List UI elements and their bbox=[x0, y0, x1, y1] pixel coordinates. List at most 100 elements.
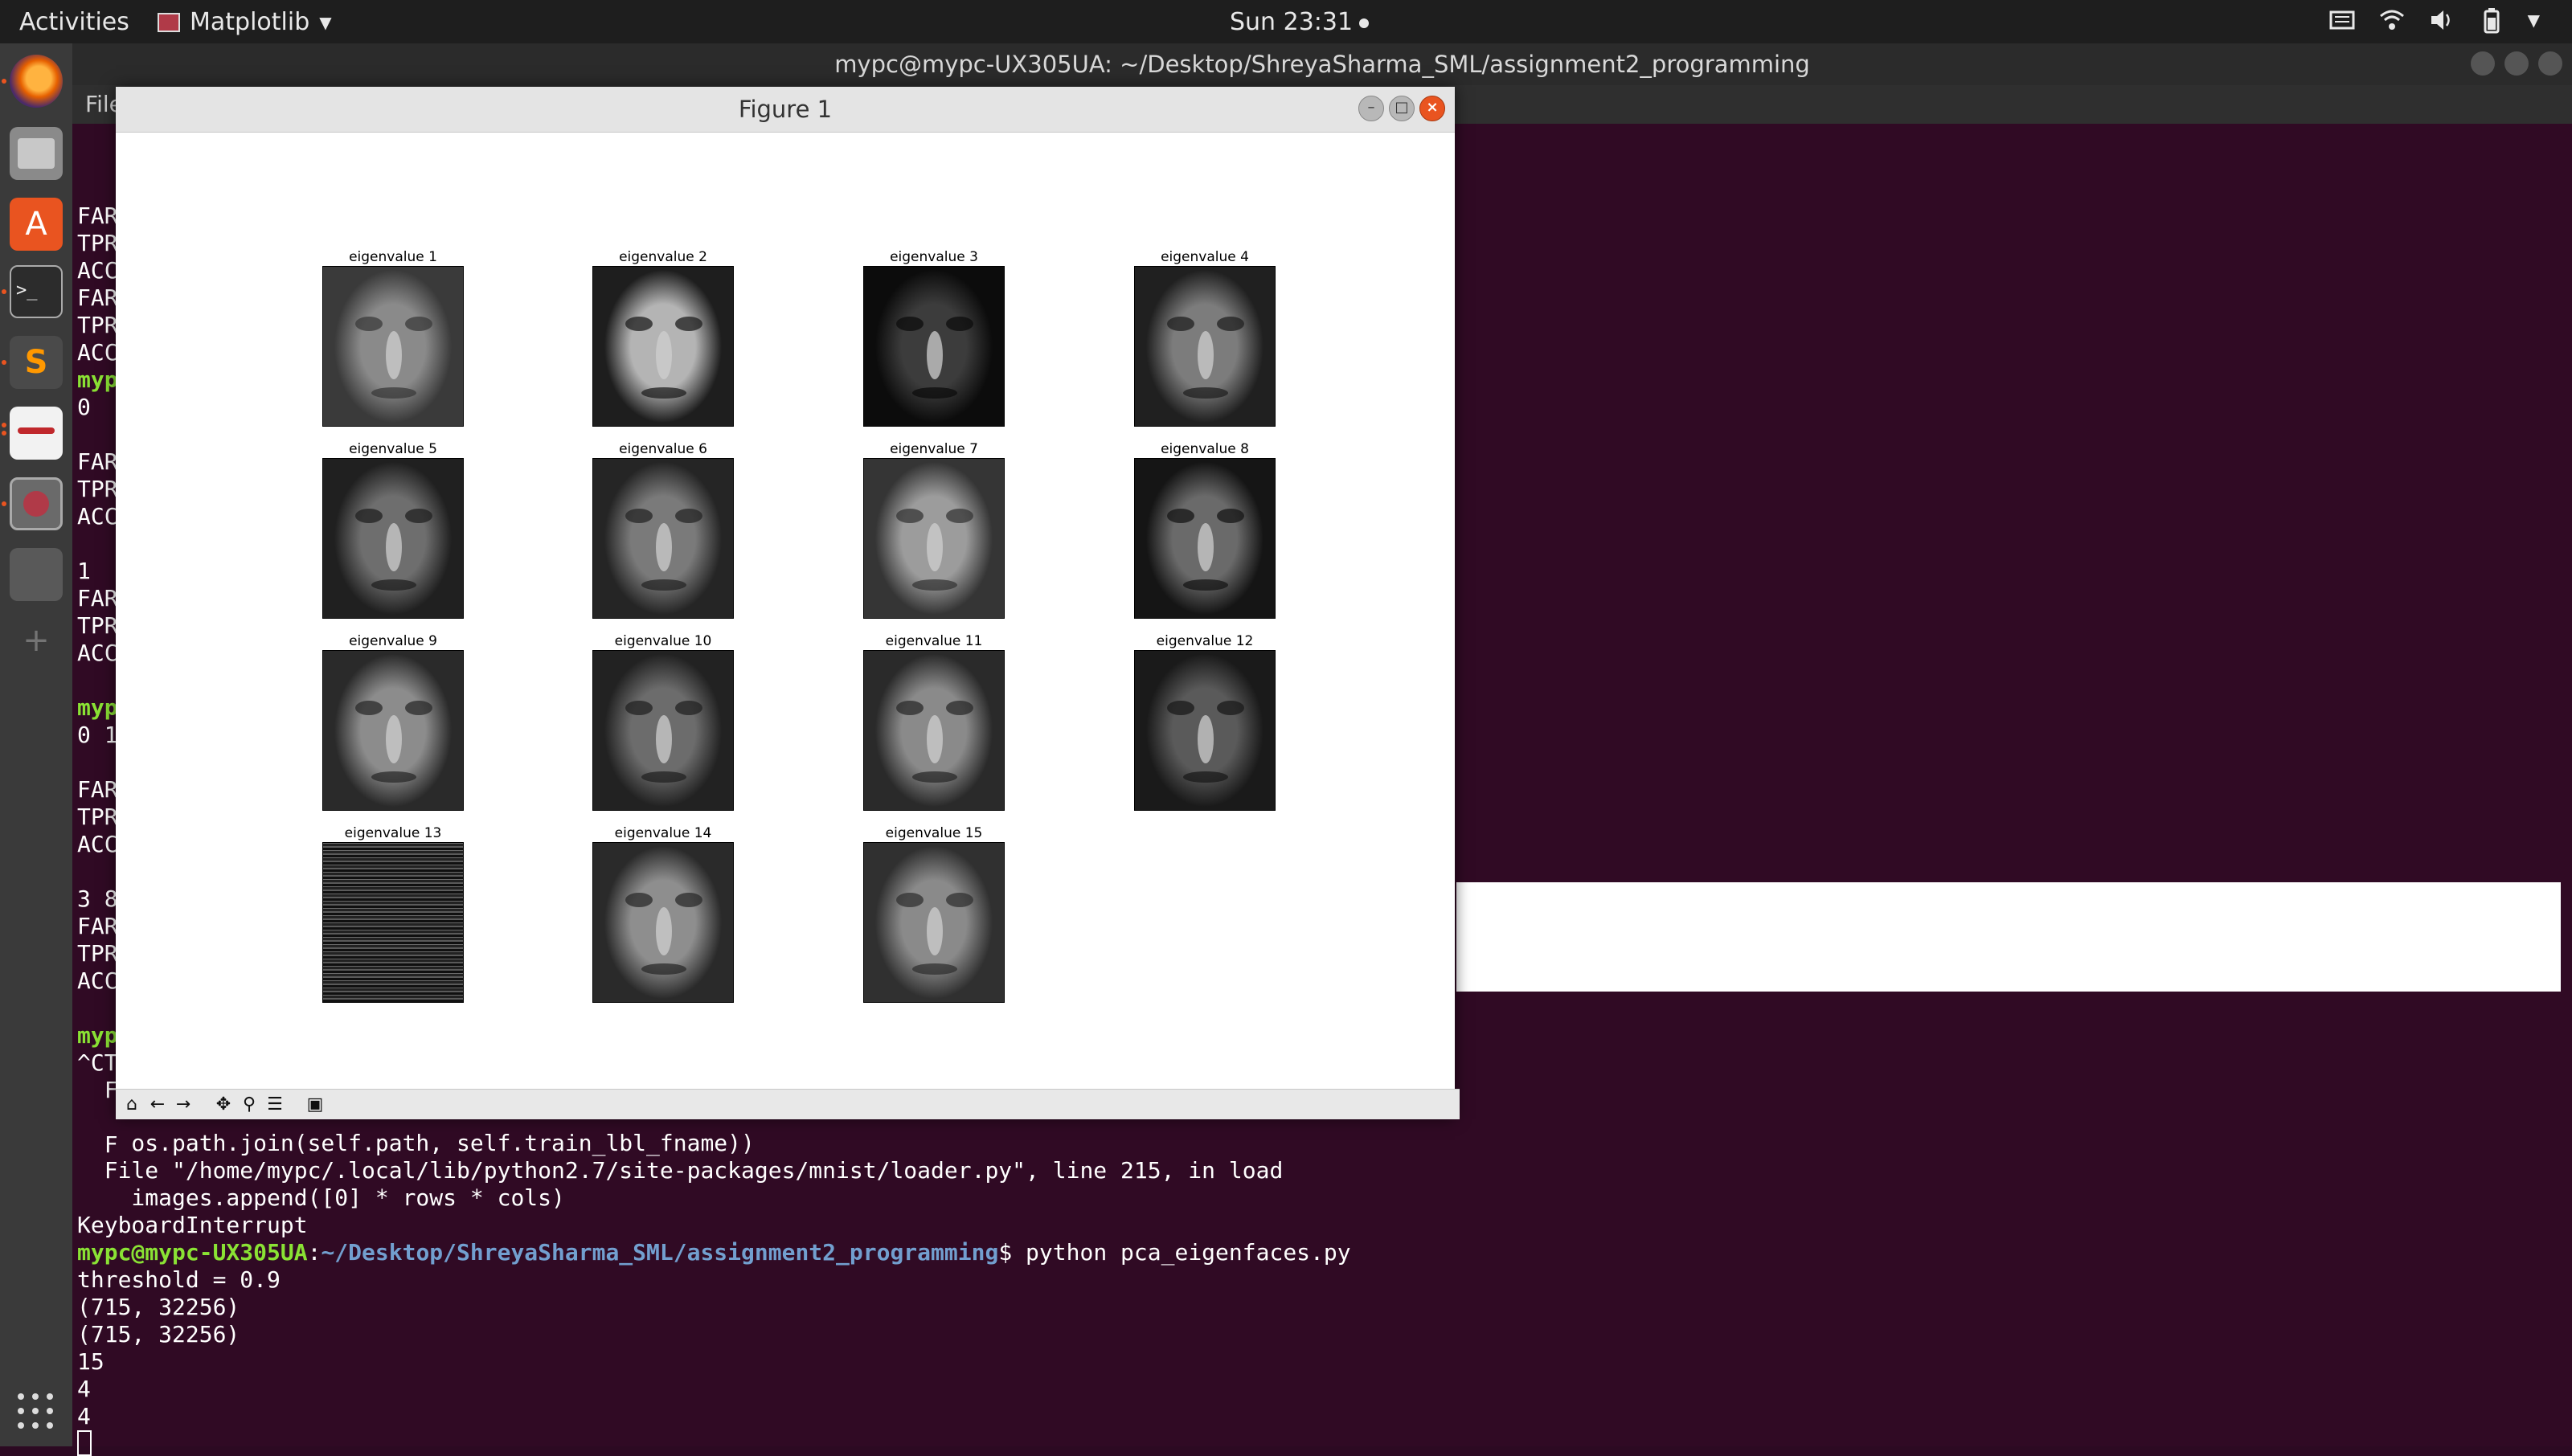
terminal-icon[interactable]: >_ bbox=[10, 265, 63, 318]
figure-window[interactable]: Figure 1 – □ × eigenvalue 1 eigenvalue 2e… bbox=[116, 87, 1460, 1119]
eigenface-image bbox=[1134, 650, 1276, 811]
save-icon[interactable]: ▣ bbox=[304, 1094, 326, 1116]
dock: A >_ S + bbox=[0, 43, 72, 1446]
face-feature bbox=[656, 907, 672, 955]
app-menu[interactable]: Matplotlib ▼ bbox=[158, 8, 332, 36]
terminal-line: TPR bbox=[77, 230, 118, 256]
files-icon[interactable] bbox=[10, 127, 63, 180]
activities-button[interactable]: Activities bbox=[19, 8, 129, 36]
terminal-line: FAR bbox=[77, 284, 118, 311]
face-feature bbox=[1217, 701, 1244, 715]
face-feature bbox=[946, 893, 973, 907]
terminal-line: F bbox=[77, 1077, 118, 1103]
firefox-icon[interactable] bbox=[10, 55, 63, 108]
panel-title: eigenvalue 6 bbox=[619, 441, 707, 457]
maximize-button[interactable] bbox=[2504, 51, 2529, 76]
terminal-line: TPR bbox=[77, 312, 118, 338]
face-feature bbox=[675, 317, 702, 331]
figure-title: Figure 1 bbox=[116, 87, 1455, 133]
terminal-line: FAR bbox=[77, 448, 118, 475]
panel-title: eigenvalue 2 bbox=[619, 249, 707, 265]
face-feature bbox=[927, 331, 943, 379]
add-icon[interactable]: + bbox=[10, 614, 63, 667]
face-feature bbox=[946, 701, 973, 715]
eigenface-panel: eigenvalue 2 bbox=[592, 248, 734, 427]
show-applications-icon[interactable] bbox=[18, 1393, 53, 1429]
face-feature bbox=[355, 509, 383, 523]
running-indicator bbox=[2, 501, 6, 506]
matplotlib-window-icon[interactable] bbox=[10, 477, 63, 530]
system-tray[interactable]: ▼ bbox=[2328, 6, 2540, 34]
face-feature bbox=[641, 771, 686, 783]
terminal-line: FAR bbox=[77, 585, 118, 611]
folder-icon[interactable] bbox=[10, 548, 63, 601]
panel-title: eigenvalue 3 bbox=[890, 249, 978, 265]
terminal-window-controls bbox=[2471, 51, 2562, 76]
navigation-toolbar: ⌂ ← → ✥ ⚲ ☰ ▣ bbox=[116, 1089, 1460, 1119]
pan-icon[interactable]: ✥ bbox=[212, 1094, 235, 1116]
face-feature bbox=[371, 771, 416, 783]
terminal-line: ACC bbox=[77, 339, 118, 366]
battery-icon[interactable] bbox=[2478, 6, 2505, 34]
face-feature bbox=[675, 893, 702, 907]
face-feature bbox=[1183, 579, 1228, 591]
close-button[interactable]: × bbox=[1419, 96, 1445, 121]
terminal-line: myp bbox=[77, 366, 118, 393]
face-feature bbox=[896, 317, 924, 331]
prompt-path: ~/Desktop/ShreyaSharma_SML/assignment2_p… bbox=[321, 1239, 999, 1266]
close-button[interactable] bbox=[2538, 51, 2562, 76]
minimize-button[interactable] bbox=[2471, 51, 2495, 76]
face-feature bbox=[1167, 701, 1194, 715]
panel-title: eigenvalue 13 bbox=[344, 825, 442, 841]
terminal-line: 15 bbox=[77, 1348, 104, 1375]
terminal-line: myp bbox=[77, 1022, 118, 1049]
chevron-down-icon: ▼ bbox=[319, 12, 332, 32]
clock[interactable]: Sun 23:31 bbox=[1230, 8, 1370, 36]
eigenface-image bbox=[1134, 458, 1276, 619]
minimize-button[interactable]: – bbox=[1358, 96, 1384, 121]
wifi-icon[interactable] bbox=[2378, 6, 2406, 34]
face-feature bbox=[946, 317, 973, 331]
sublime-text-icon[interactable]: S bbox=[10, 336, 63, 389]
terminal-prompt-line: mypc@mypc-UX305UA:~/Desktop/ShreyaSharma… bbox=[77, 1239, 1351, 1266]
back-icon[interactable]: ← bbox=[146, 1094, 169, 1116]
face-feature bbox=[625, 893, 653, 907]
terminal-line: 4 bbox=[77, 1376, 91, 1402]
face-feature bbox=[386, 331, 402, 379]
volume-icon[interactable] bbox=[2428, 6, 2455, 34]
input-method-icon[interactable] bbox=[2328, 6, 2356, 34]
zoom-icon[interactable]: ⚲ bbox=[238, 1094, 260, 1116]
eigenface-image bbox=[592, 266, 734, 427]
subplots-icon[interactable]: ☰ bbox=[264, 1094, 286, 1116]
panel-title: eigenvalue 5 bbox=[349, 441, 437, 457]
system-menu-chevron-icon[interactable]: ▼ bbox=[2528, 10, 2540, 30]
terminal-line: images.append([0] * rows * cols) bbox=[77, 1184, 565, 1211]
panel-title: eigenvalue 11 bbox=[885, 633, 983, 649]
terminal-line: ^CT bbox=[77, 1049, 118, 1076]
panel-title: eigenvalue 7 bbox=[890, 441, 978, 457]
panel-title: eigenvalue 10 bbox=[614, 633, 712, 649]
face-feature bbox=[896, 893, 924, 907]
eigenface-image bbox=[863, 266, 1005, 427]
face-feature bbox=[912, 771, 957, 783]
face-feature bbox=[355, 317, 383, 331]
figure-canvas[interactable]: eigenvalue 1 eigenvalue 2 eigenvalue 3 eige… bbox=[116, 133, 1455, 1089]
clock-label: Sun 23:31 bbox=[1230, 8, 1354, 36]
home-icon[interactable]: ⌂ bbox=[121, 1094, 143, 1116]
document-viewer-icon[interactable] bbox=[10, 407, 63, 460]
eigenface-panel: eigenvalue 10 bbox=[592, 632, 734, 811]
software-center-icon[interactable]: A bbox=[10, 198, 63, 251]
face-feature bbox=[912, 387, 957, 399]
eigenface-image bbox=[863, 458, 1005, 619]
panel-title: eigenvalue 8 bbox=[1161, 441, 1249, 457]
terminal-line: (715, 32256) bbox=[77, 1294, 240, 1320]
panel-title: eigenvalue 4 bbox=[1161, 249, 1249, 265]
panel-title: eigenvalue 1 bbox=[349, 249, 437, 265]
forward-icon[interactable]: → bbox=[172, 1094, 195, 1116]
face-feature bbox=[1167, 509, 1194, 523]
terminal-line: threshold = 0.9 bbox=[77, 1266, 281, 1293]
maximize-button[interactable]: □ bbox=[1389, 96, 1415, 121]
running-indicator bbox=[2, 79, 6, 84]
eigenface-image bbox=[322, 458, 464, 619]
eigenface-panel: eigenvalue 3 bbox=[863, 248, 1005, 427]
